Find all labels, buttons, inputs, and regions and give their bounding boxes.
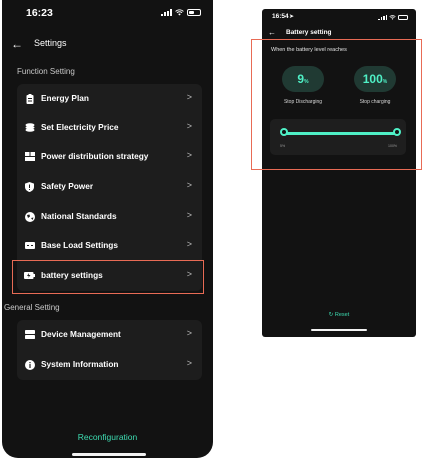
signal-icon (161, 9, 172, 16)
status-bar: 16:23 (2, 0, 213, 26)
menu-item-label: Base Load Settings (41, 240, 118, 250)
battery-status-icon (187, 9, 201, 16)
wifi-icon (175, 9, 184, 16)
menu-item-label: National Standards (41, 211, 117, 221)
battery-bar-icon (24, 240, 35, 251)
menu-item-power-distribution[interactable]: Power distribution strategy > (17, 142, 202, 171)
battery-status-icon (398, 15, 408, 20)
info-icon (24, 359, 35, 370)
menu-item-label: System Information (41, 359, 119, 369)
page-title: Battery setting (286, 29, 332, 36)
arrow-left-icon[interactable]: ← (11, 36, 23, 52)
chevron-right-icon: > (186, 239, 192, 249)
server-icon (24, 329, 35, 340)
arrow-left-icon[interactable]: ← (268, 28, 276, 38)
nav-bar: ← Settings (2, 36, 213, 54)
status-time: 16:23 (26, 7, 53, 19)
status-icons (161, 9, 201, 16)
signal-icon (378, 15, 387, 20)
menu-item-label: Energy Plan (41, 93, 89, 103)
refresh-icon: ↻ (328, 312, 334, 318)
general-settings-list: Device Management > System Information > (17, 320, 202, 380)
menu-item-national-standards[interactable]: National Standards > (17, 202, 202, 231)
chevron-right-icon: > (186, 121, 192, 131)
chevron-right-icon: > (186, 92, 192, 102)
menu-item-label: Safety Power (41, 181, 94, 191)
grid-icon (24, 151, 35, 162)
menu-item-electricity-price[interactable]: Set Electricity Price > (17, 113, 202, 142)
menu-item-safety-power[interactable]: Safety Power > (17, 172, 202, 201)
section-label-function: Function Setting (17, 67, 75, 76)
reset-label: Reset (334, 312, 350, 318)
home-indicator (311, 329, 367, 331)
menu-item-base-load[interactable]: Base Load Settings > (17, 231, 202, 260)
reset-button[interactable]: ↻ Reset (262, 312, 416, 318)
shield-icon (24, 181, 35, 192)
menu-item-label: Power distribution strategy (41, 151, 149, 161)
menu-item-label: Set Electricity Price (41, 122, 119, 132)
highlight-box-battery-setting (251, 39, 422, 170)
home-indicator (72, 453, 146, 456)
energy-plan-icon (24, 93, 35, 104)
wifi-icon (389, 15, 396, 20)
status-icons (378, 15, 408, 20)
chevron-right-icon: > (186, 358, 192, 368)
menu-item-device-management[interactable]: Device Management > (17, 320, 202, 349)
location-arrow-icon: ➤ (289, 14, 295, 20)
chevron-right-icon: > (186, 150, 192, 160)
status-time: 16:54 (272, 13, 289, 20)
menu-item-energy-plan[interactable]: Energy Plan > (17, 84, 202, 113)
menu-item-system-information[interactable]: System Information > (17, 350, 202, 379)
page-title: Settings (34, 38, 67, 48)
highlight-box-battery-settings (12, 260, 204, 294)
section-label-general: General Setting (4, 303, 60, 312)
settings-screen: 16:23 ← Settings Function Setting Energy… (2, 0, 213, 458)
globe-icon (24, 211, 35, 222)
reconfiguration-button[interactable]: Reconfiguration (2, 432, 213, 442)
chevron-right-icon: > (186, 180, 192, 190)
chevron-right-icon: > (186, 210, 192, 220)
menu-item-label: Device Management (41, 329, 121, 339)
coins-icon (24, 122, 35, 133)
chevron-right-icon: > (186, 328, 192, 338)
